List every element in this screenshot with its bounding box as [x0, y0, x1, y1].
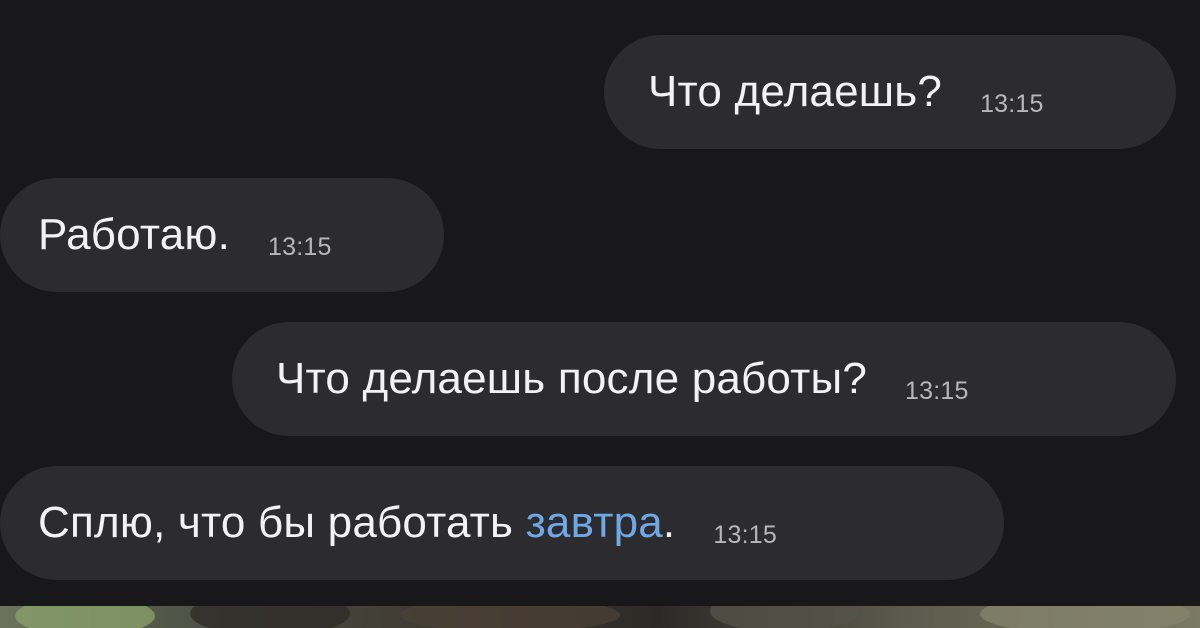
image-fragment	[15, 606, 155, 628]
image-fragment	[400, 606, 620, 628]
message-text-after-link: .	[662, 498, 676, 547]
message-text: Сплю, что бы работать завтра.	[38, 498, 675, 548]
message-time: 13:15	[713, 520, 777, 549]
outgoing-message-bubble[interactable]: Что делаешь после работы? 13:15	[232, 322, 1176, 436]
chat-conversation: Что делаешь? 13:15 Работаю. 13:15 Что де…	[0, 0, 1200, 606]
message-time: 13:15	[905, 376, 969, 405]
incoming-message-bubble[interactable]: Работаю. 13:15	[0, 178, 444, 292]
outgoing-message-bubble[interactable]: Что делаешь? 13:15	[604, 35, 1176, 149]
image-fragment	[190, 606, 350, 628]
message-time: 13:15	[980, 89, 1044, 118]
message-text: Что делаешь после работы?	[276, 354, 867, 403]
image-fragment	[980, 606, 1190, 628]
message-text: Работаю.	[38, 210, 231, 259]
message-text-before-link: Сплю, что бы работать	[38, 498, 526, 547]
message-time: 13:15	[268, 232, 332, 261]
incoming-message-bubble[interactable]: Сплю, что бы работать завтра. 13:15	[0, 466, 1004, 580]
message-text: Что делаешь?	[648, 67, 943, 116]
image-fragment	[710, 606, 860, 628]
message-link[interactable]: завтра	[526, 498, 663, 547]
bottom-image-strip	[0, 606, 1200, 628]
